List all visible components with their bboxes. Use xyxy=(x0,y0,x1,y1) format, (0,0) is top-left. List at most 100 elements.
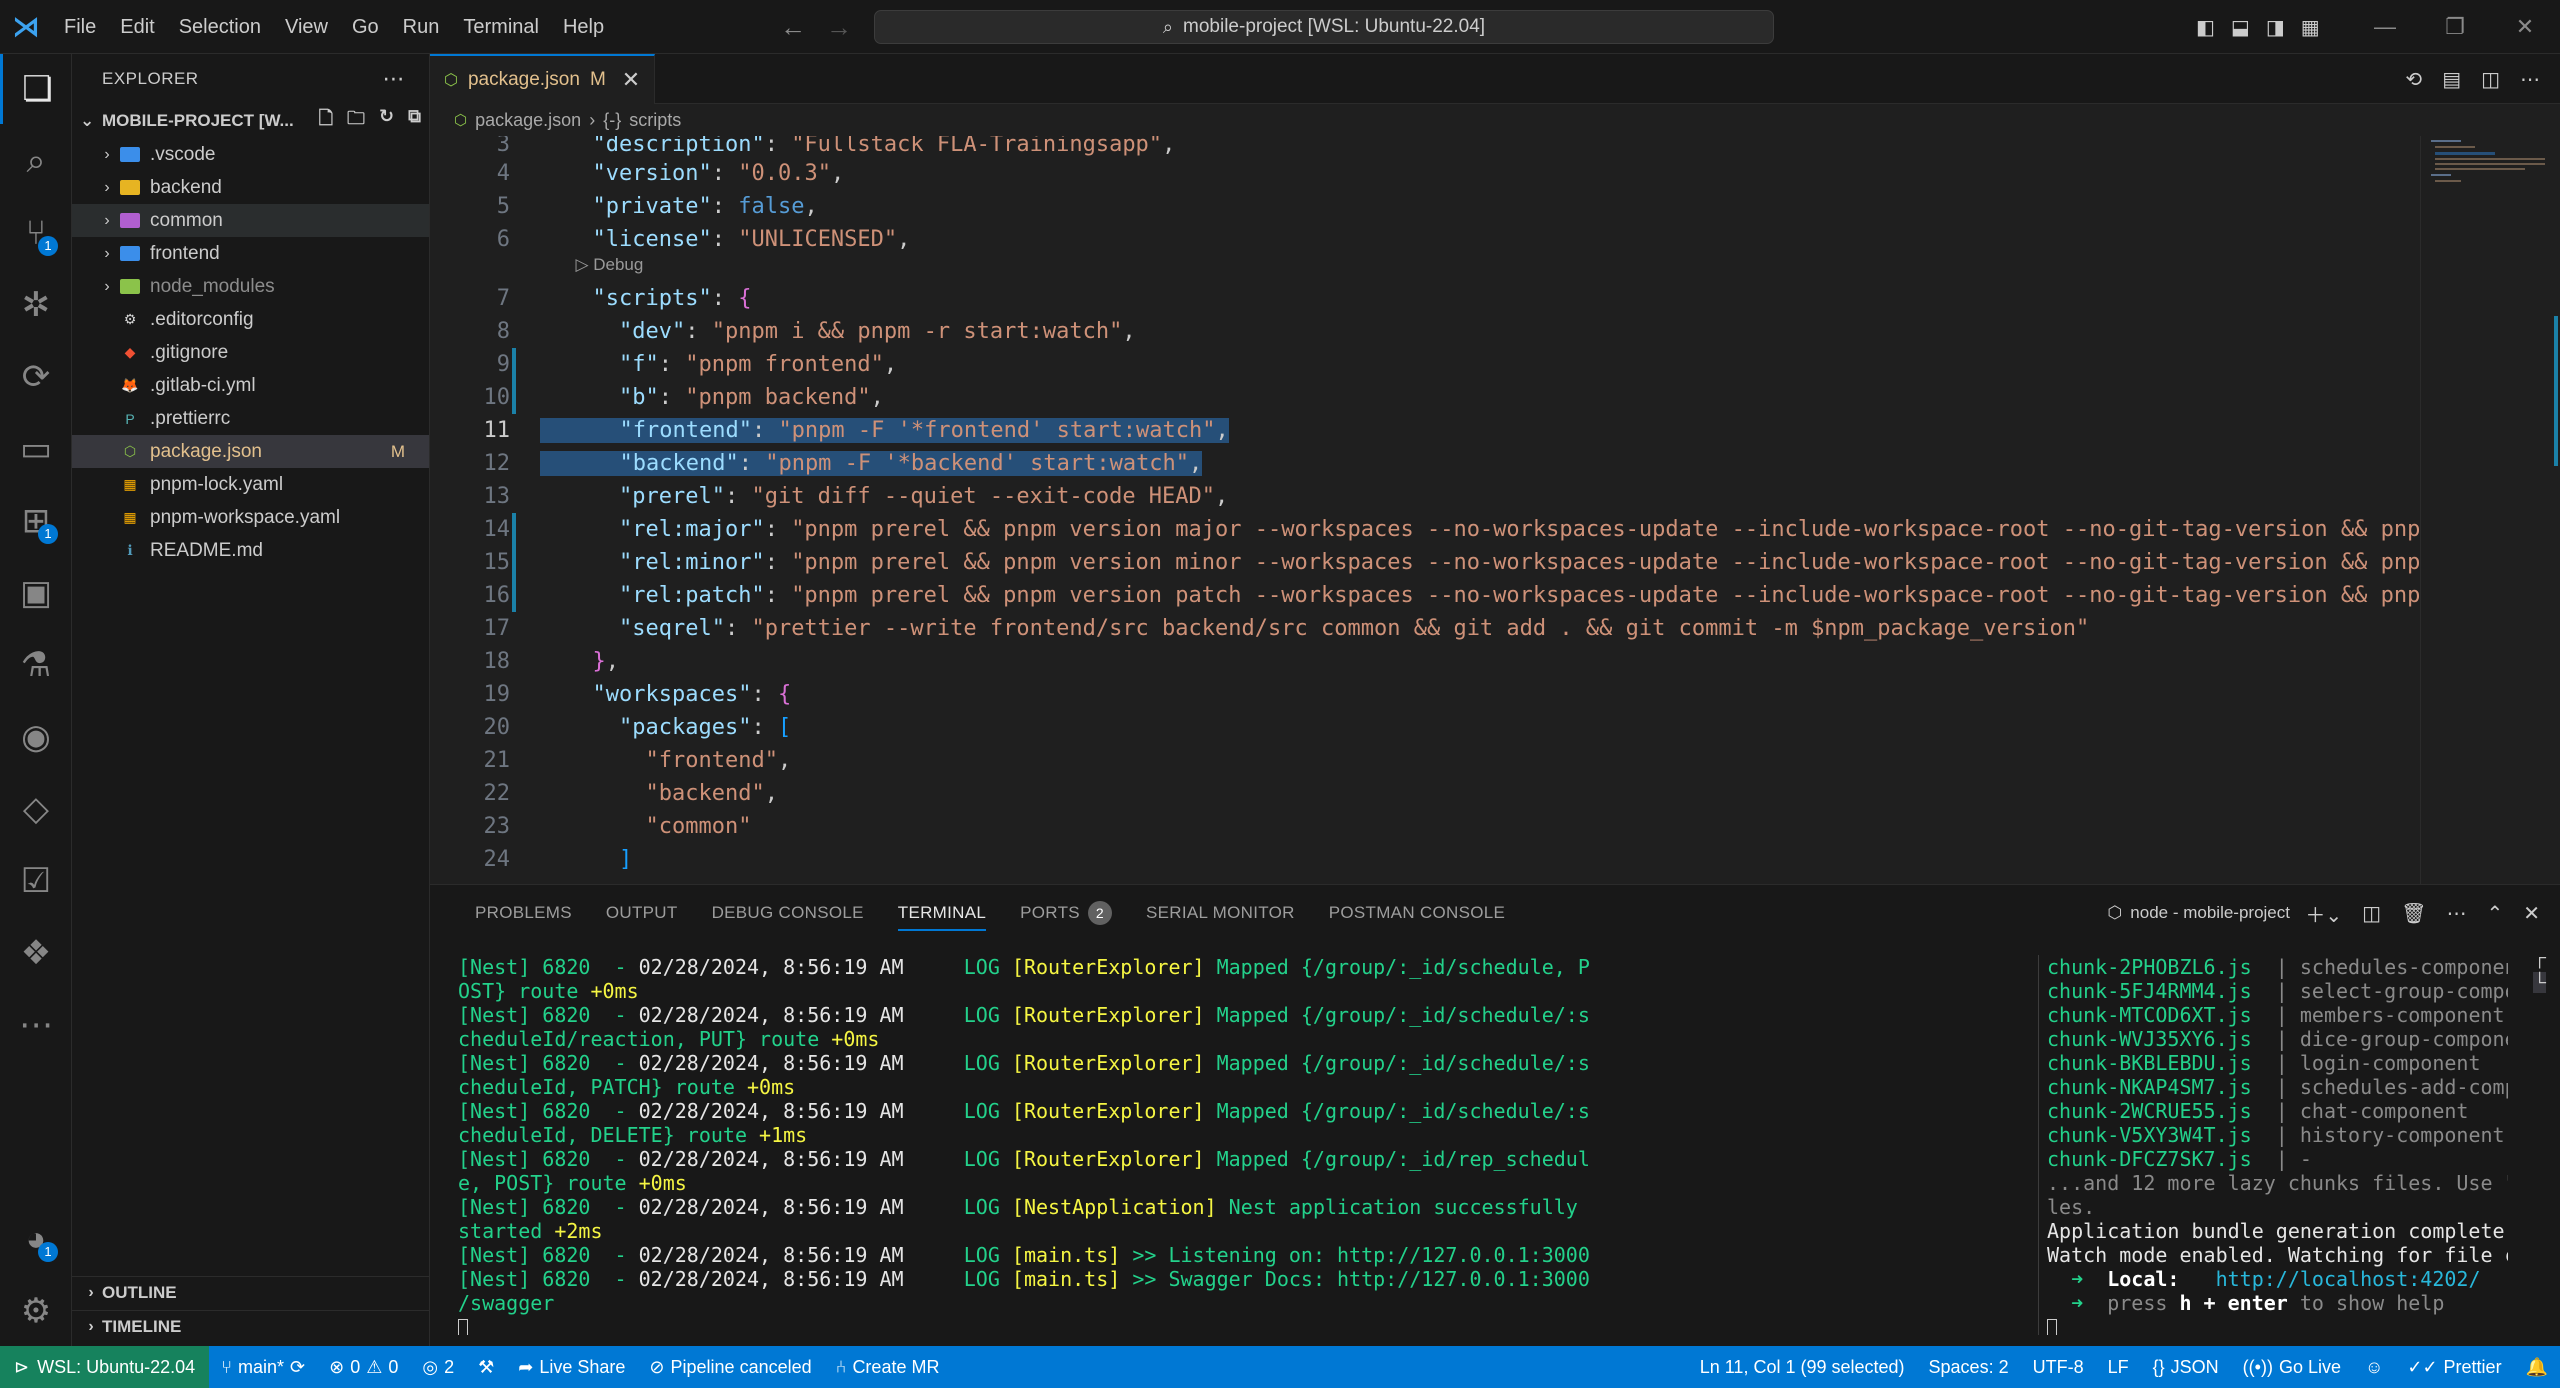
tree-item[interactable]: ◆ .gitignore xyxy=(72,336,429,369)
open-changes-icon[interactable]: ⟲ xyxy=(2405,67,2422,92)
command-center-search[interactable]: ⌕ mobile-project [WSL: Ubuntu-22.04] xyxy=(874,10,1774,44)
menu-file[interactable]: File xyxy=(52,0,108,54)
more-editor-actions-icon[interactable]: ⋯ xyxy=(2520,67,2540,92)
encoding[interactable]: UTF-8 xyxy=(2021,1346,2096,1388)
tree-item[interactable]: › common xyxy=(72,204,429,237)
settings-gear-icon[interactable]: ⚙ xyxy=(0,1276,72,1346)
breadcrumb-symbol[interactable]: scripts xyxy=(629,110,681,131)
split-terminal-icon[interactable]: ◫ xyxy=(2362,901,2381,926)
tree-item[interactable]: ⬡ package.json M xyxy=(72,435,429,468)
menu-help[interactable]: Help xyxy=(551,0,616,54)
edge-devtools-icon[interactable]: ◉ xyxy=(0,702,72,772)
open-preview-icon[interactable]: ▤ xyxy=(2442,67,2461,92)
tab-package-json[interactable]: ⬡ package.json M ✕ xyxy=(430,54,656,104)
end-of-line[interactable]: LF xyxy=(2096,1346,2141,1388)
tree-item[interactable]: P .prettierrc xyxy=(72,402,429,435)
tree-item[interactable]: ▦ pnpm-lock.yaml xyxy=(72,468,429,501)
customize-layout-icon[interactable]: ▦ xyxy=(2301,15,2320,40)
timeline-section[interactable]: › TIMELINE xyxy=(72,1310,430,1343)
copilot-status[interactable]: ☺ xyxy=(2353,1346,2395,1388)
testing-icon[interactable]: ⚗ xyxy=(0,630,72,700)
new-terminal-icon[interactable]: ＋⌄ xyxy=(2305,899,2342,928)
minimap[interactable] xyxy=(2420,136,2560,884)
tree-item[interactable]: ⚙ .editorconfig xyxy=(72,303,429,336)
accounts-icon[interactable]: ◕ 1 xyxy=(0,1204,72,1274)
checklist-icon[interactable]: ☑ xyxy=(0,846,72,916)
split-editor-icon[interactable]: ◫ xyxy=(2481,67,2500,92)
maximize-panel-icon[interactable]: ⌃ xyxy=(2486,901,2503,926)
branch-status[interactable]: ⑂ main* ⟳ xyxy=(209,1346,317,1388)
chat-icon[interactable]: ▭ xyxy=(0,414,72,484)
cursor-position[interactable]: Ln 11, Col 1 (99 selected) xyxy=(1688,1346,1917,1388)
toggle-panel-icon[interactable]: ⬓ xyxy=(2231,15,2250,40)
toggle-primary-sidebar-icon[interactable]: ◧ xyxy=(2196,15,2215,40)
menu-edit[interactable]: Edit xyxy=(108,0,166,54)
tools-status[interactable]: ⚒ xyxy=(466,1346,506,1388)
code-editor[interactable]: 3 "description": "Fullstack FLA-Training… xyxy=(430,136,2421,884)
create-mr-status[interactable]: ⑃ Create MR xyxy=(824,1346,952,1388)
close-panel-icon[interactable]: ✕ xyxy=(2523,901,2540,926)
tab-serial-monitor[interactable]: SERIAL MONITOR xyxy=(1129,885,1312,941)
codelens-debug[interactable]: ▷ Debug xyxy=(430,252,2420,278)
extensions-icon[interactable]: ⊞ 1 xyxy=(0,486,72,556)
tab-postman-console[interactable]: POSTMAN CONSOLE xyxy=(1312,885,1522,941)
more-panel-actions-icon[interactable]: ⋯ xyxy=(2446,901,2466,926)
refresh-icon[interactable]: ↻ xyxy=(379,106,394,136)
search-view-icon[interactable]: ⌕ xyxy=(0,126,72,196)
terminal-session-1-icon[interactable]: ┌ xyxy=(2533,947,2546,968)
figma-icon[interactable]: ❖ xyxy=(0,918,72,988)
tab-ports[interactable]: PORTS 2 xyxy=(1003,885,1129,941)
live-share-status[interactable]: ➦ Live Share xyxy=(506,1346,637,1388)
close-window-icon[interactable]: ✕ xyxy=(2490,0,2560,54)
collapse-all-icon[interactable]: ⧉ xyxy=(408,106,421,136)
tree-item[interactable]: › backend xyxy=(72,171,429,204)
menu-selection[interactable]: Selection xyxy=(167,0,273,54)
tree-item[interactable]: › node_modules xyxy=(72,270,429,303)
terminal-selector[interactable]: ⬡ node - mobile-project xyxy=(2107,885,2290,941)
language-mode[interactable]: {} JSON xyxy=(2141,1346,2231,1388)
restore-icon[interactable]: ❐ xyxy=(2420,0,2490,54)
menu-go[interactable]: Go xyxy=(340,0,391,54)
tree-item[interactable]: ▦ pnpm-workspace.yaml xyxy=(72,501,429,534)
remote-indicator[interactable]: ⊳ WSL: Ubuntu-22.04 xyxy=(0,1346,210,1388)
problems-status[interactable]: ⊗ 0 ⚠ 0 xyxy=(317,1346,410,1388)
source-control-icon[interactable]: ⑂ 1 xyxy=(0,198,72,268)
ports-status[interactable]: ◎ 2 xyxy=(410,1346,466,1388)
menu-run[interactable]: Run xyxy=(391,0,452,54)
notifications-status[interactable]: 🔔 xyxy=(2514,1346,2560,1388)
tree-item[interactable]: ℹ README.md xyxy=(72,534,429,567)
back-arrow-icon[interactable]: ← xyxy=(780,12,806,43)
close-icon[interactable]: ✕ xyxy=(622,67,640,93)
tab-problems[interactable]: PROBLEMS xyxy=(458,885,589,941)
outline-section[interactable]: › OUTLINE xyxy=(72,1276,430,1309)
tab-debug-console[interactable]: DEBUG CONSOLE xyxy=(695,885,881,941)
terminal-session-2-icon[interactable]: └ xyxy=(2533,972,2546,993)
forward-arrow-icon[interactable]: → xyxy=(826,12,852,43)
live-share-icon[interactable]: ⟳ xyxy=(0,342,72,412)
terminal-right[interactable]: chunk-2PHOBZL6.js | schedules-component … xyxy=(2038,955,2508,1335)
tab-terminal[interactable]: TERMINAL xyxy=(881,885,1003,941)
run-debug-icon[interactable]: ✲ xyxy=(0,270,72,340)
pipeline-status[interactable]: ⊘ Pipeline canceled xyxy=(637,1346,823,1388)
new-file-icon[interactable]: 🗋 xyxy=(319,106,333,136)
prettier-status[interactable]: ✓✓ Prettier xyxy=(2395,1346,2513,1388)
new-folder-icon[interactable]: 🗀 xyxy=(347,106,365,136)
tree-item[interactable]: 🦊 .gitlab-ci.yml xyxy=(72,369,429,402)
tree-item[interactable]: › .vscode xyxy=(72,138,429,171)
toggle-secondary-sidebar-icon[interactable]: ◨ xyxy=(2266,15,2285,40)
gitlab-icon[interactable]: ◇ xyxy=(0,774,72,844)
menu-view[interactable]: View xyxy=(273,0,340,54)
explorer-icon[interactable]: ❏ xyxy=(0,54,72,124)
kill-terminal-icon[interactable]: 🗑 xyxy=(2401,901,2426,926)
menu-terminal[interactable]: Terminal xyxy=(451,0,551,54)
breadcrumb-file[interactable]: package.json xyxy=(475,110,581,131)
tree-item[interactable]: › frontend xyxy=(72,237,429,270)
indentation[interactable]: Spaces: 2 xyxy=(1917,1346,2021,1388)
more-actions-icon[interactable]: ⋯ xyxy=(383,66,406,92)
terminal-left[interactable]: [Nest] 6820 - 02/28/2024, 8:56:19 AM LOG… xyxy=(458,955,2032,1335)
go-live-status[interactable]: ((•)) Go Live xyxy=(2231,1346,2353,1388)
tab-output[interactable]: OUTPUT xyxy=(589,885,695,941)
more-views-icon[interactable]: ⋯ xyxy=(0,990,72,1060)
minimize-icon[interactable]: — xyxy=(2350,0,2420,54)
workspace-folder-header[interactable]: ⌄ MOBILE-PROJECT [W... 🗋 🗀 ↻ ⧉ xyxy=(72,104,429,138)
